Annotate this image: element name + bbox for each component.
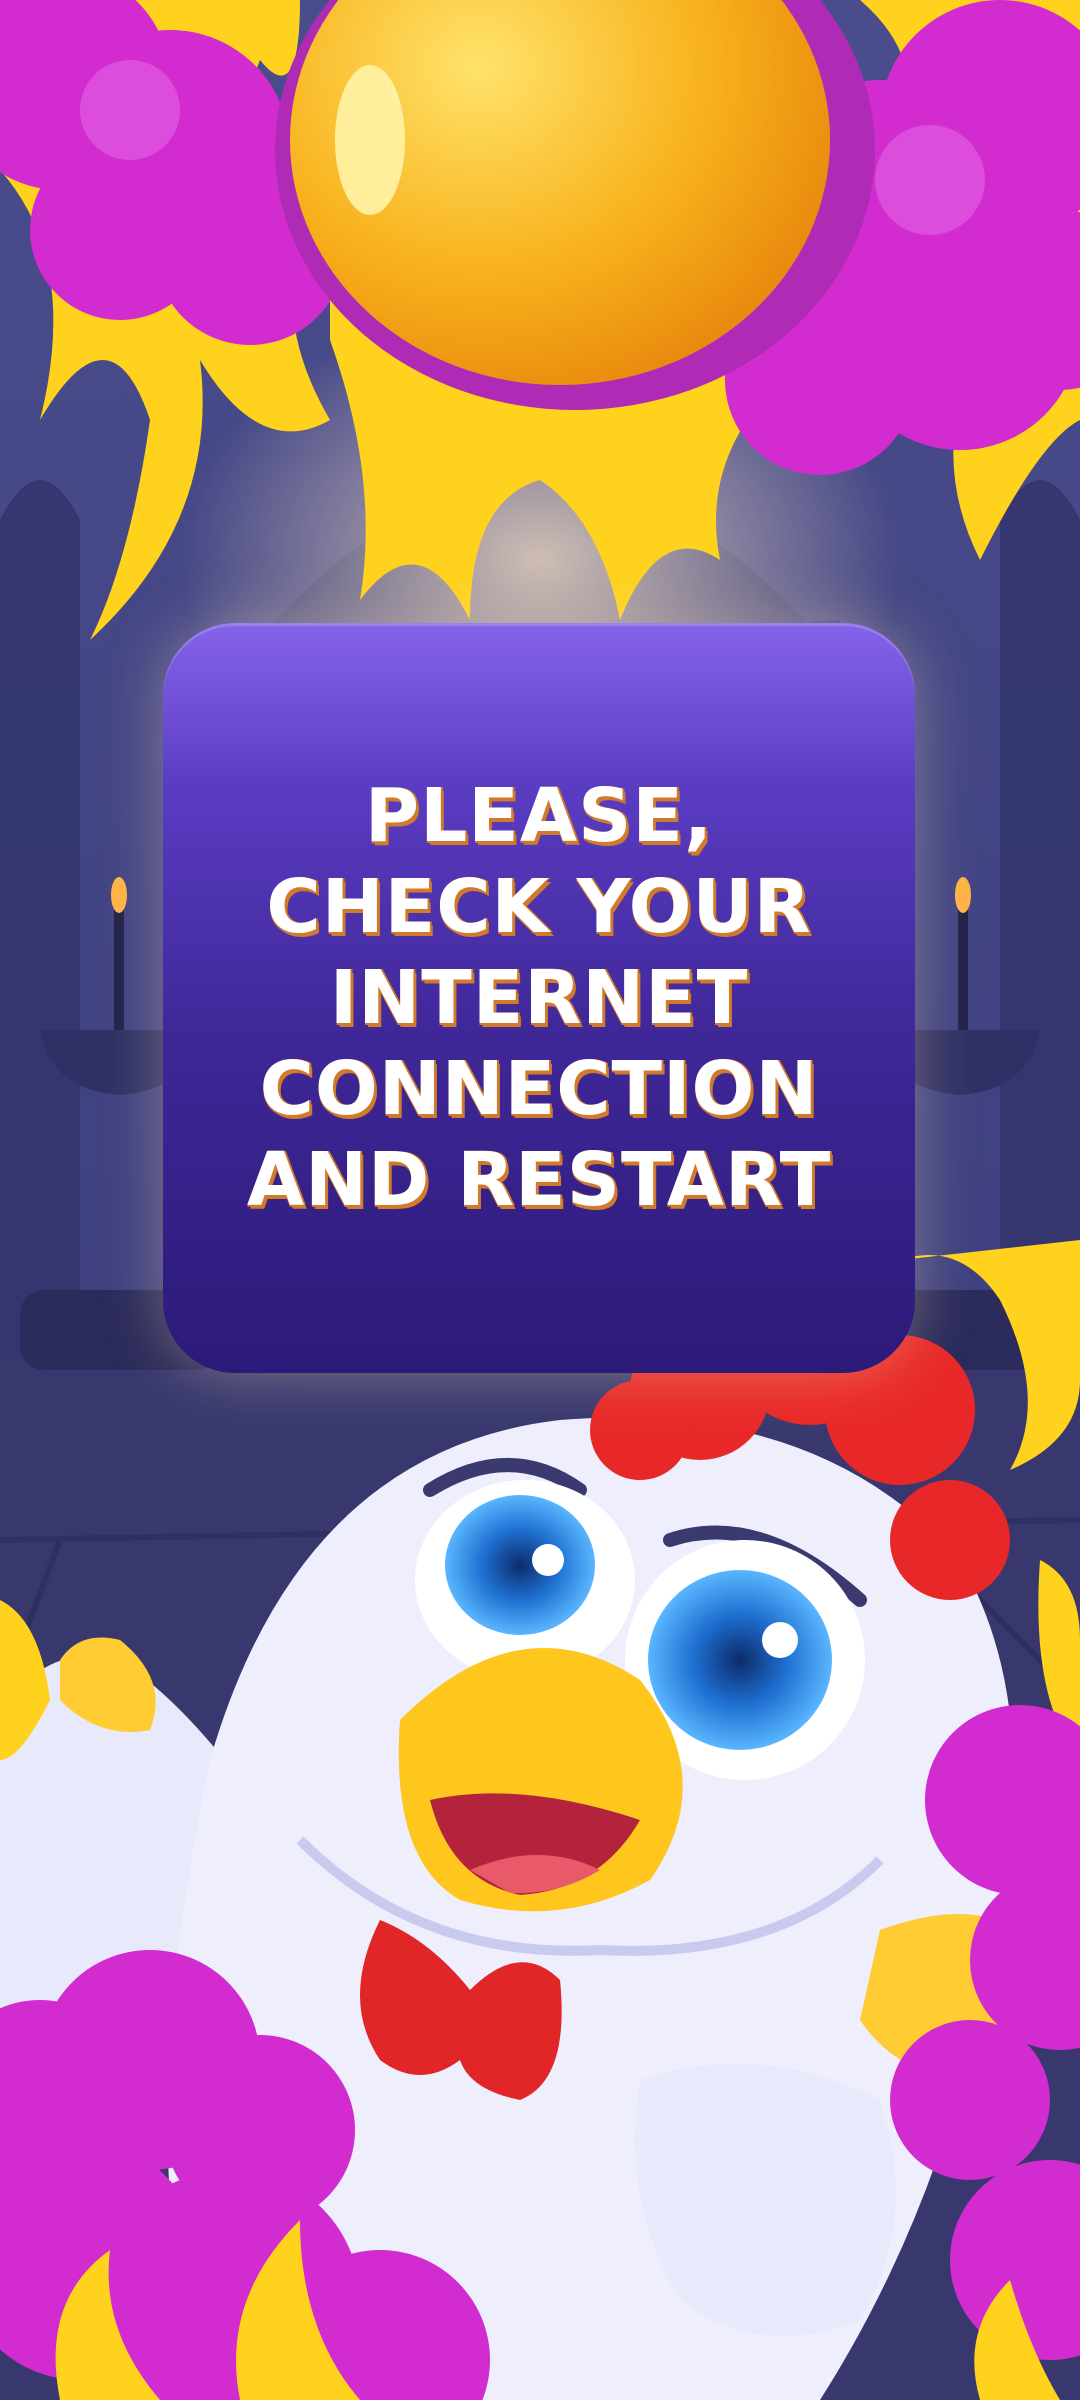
message-line: AND RESTART <box>246 1136 832 1223</box>
connection-error-dialog: PLEASE, CHECK YOUR INTERNET CONNECTION A… <box>163 623 915 1373</box>
message-line: PLEASE, <box>364 772 714 859</box>
message-line: CHECK YOUR <box>266 863 812 950</box>
connection-error-message: PLEASE, CHECK YOUR INTERNET CONNECTION A… <box>247 771 831 1226</box>
message-line: INTERNET <box>329 954 749 1041</box>
message-line: CONNECTION <box>259 1045 819 1132</box>
